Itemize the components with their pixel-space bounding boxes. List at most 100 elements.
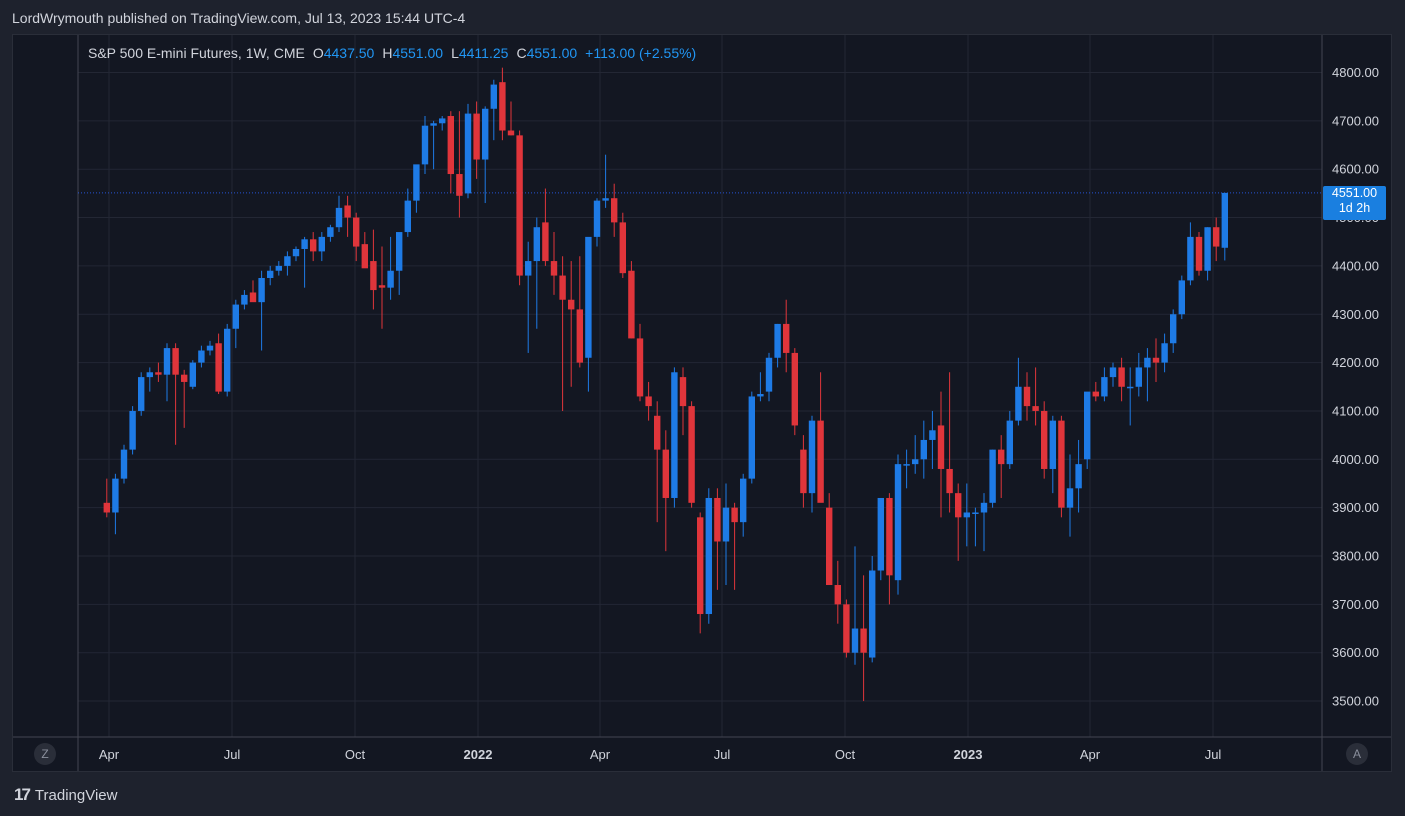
- x-tick-label: Apr: [99, 747, 120, 762]
- candle-up: [439, 118, 446, 124]
- candle-up: [1187, 236, 1194, 281]
- candle-down: [679, 377, 687, 407]
- candle-down: [714, 497, 721, 542]
- candle-down: [611, 198, 618, 223]
- candle-down: [645, 396, 652, 407]
- y-tick-label: 4600.00: [1332, 162, 1379, 177]
- y-tick-label: 4400.00: [1332, 258, 1379, 273]
- candle-down: [937, 425, 945, 469]
- candle-down: [344, 205, 351, 218]
- candle-down: [249, 292, 257, 303]
- candle-up: [396, 232, 403, 271]
- candle-down: [310, 239, 317, 252]
- candle-up: [1135, 367, 1142, 387]
- candle-down: [946, 468, 953, 494]
- y-tick-label: 4100.00: [1332, 403, 1379, 418]
- candle-up: [1066, 488, 1074, 508]
- candle-up: [1144, 357, 1151, 368]
- last-price-badge: 4551.00 1d 2h: [1323, 186, 1386, 220]
- candle-down: [636, 338, 644, 397]
- candle-up: [387, 270, 394, 288]
- candle-down: [516, 135, 523, 276]
- candle-up: [671, 372, 678, 498]
- auto-scale-button[interactable]: A: [1346, 743, 1368, 765]
- candle-up: [430, 123, 437, 126]
- candle-down: [559, 275, 566, 300]
- candle-down: [550, 261, 558, 276]
- candle-up: [1049, 420, 1056, 469]
- candle-up: [972, 512, 979, 514]
- x-tick-label: Oct: [835, 747, 856, 762]
- candle-up: [146, 372, 153, 378]
- candle-up: [490, 84, 497, 109]
- last-price-value: 4551.00: [1331, 186, 1378, 200]
- close-value: 4551.00: [526, 45, 578, 61]
- candle-down: [1092, 391, 1099, 397]
- open-value: 4437.50: [323, 45, 375, 61]
- high-label: H: [382, 45, 393, 61]
- x-tick-label: 2023: [954, 747, 983, 762]
- candle-up: [869, 570, 876, 658]
- tradingview-logo[interactable]: 17 TradingView: [14, 785, 117, 805]
- candle-up: [206, 345, 214, 351]
- candle-up: [903, 464, 910, 466]
- candle-down: [215, 343, 222, 392]
- candle-up: [920, 439, 927, 460]
- candle-down: [697, 517, 704, 615]
- candle-up: [705, 497, 712, 615]
- candle-down: [181, 374, 188, 382]
- candle-up: [963, 512, 970, 518]
- candle-up: [232, 304, 239, 329]
- candle-down: [860, 628, 867, 653]
- candle-up: [421, 125, 429, 165]
- candle-up: [275, 265, 282, 271]
- candle-down: [456, 174, 463, 196]
- candle-up: [482, 108, 489, 160]
- candle-down: [826, 507, 833, 586]
- candle-up: [1204, 227, 1211, 271]
- candle-up: [1109, 367, 1117, 378]
- candle-up: [1178, 280, 1185, 315]
- candle-up: [335, 207, 343, 228]
- candle-up: [722, 507, 730, 542]
- candle-down: [731, 507, 738, 523]
- y-tick-label: 3800.00: [1332, 549, 1379, 564]
- tradingview-logo-icon: 17: [14, 785, 31, 804]
- candle-down: [688, 406, 695, 503]
- candle-up: [224, 328, 231, 392]
- low-label: L: [451, 45, 459, 61]
- candle-down: [955, 493, 962, 518]
- candle-down: [370, 261, 377, 291]
- candle-down: [886, 497, 893, 576]
- candle-up: [808, 420, 816, 494]
- candle-up: [120, 449, 128, 479]
- change-value: +113.00 (+2.55%): [585, 45, 697, 61]
- candle-down: [662, 449, 669, 498]
- candle-down: [1152, 357, 1160, 363]
- candle-up: [292, 248, 300, 257]
- candle-up: [602, 198, 609, 201]
- y-tick-label: 3700.00: [1332, 597, 1379, 612]
- candle-up: [404, 200, 411, 233]
- candle-down: [619, 222, 626, 274]
- x-tick-label: Apr: [590, 747, 611, 762]
- zoom-reset-button[interactable]: Z: [34, 743, 56, 765]
- candle-up: [989, 449, 996, 503]
- candle-up: [464, 113, 472, 194]
- candle-up: [1127, 386, 1134, 389]
- candle-up: [774, 323, 781, 358]
- candle-up: [740, 478, 747, 523]
- candle-down: [1032, 406, 1039, 411]
- candle-up: [1161, 343, 1168, 363]
- candle-up: [894, 464, 902, 581]
- candle-down: [507, 130, 515, 136]
- candle-up: [327, 227, 334, 237]
- y-tick-label: 3500.00: [1332, 694, 1379, 709]
- candle-up: [1221, 192, 1228, 248]
- candle-up: [757, 394, 764, 397]
- candlestick-chart[interactable]: 3500.00 3600.00 3700.00 3800.00 3900.00 4000.…: [0, 0, 1405, 816]
- candle-up: [1015, 386, 1022, 421]
- bar-countdown: 1d 2h: [1338, 201, 1371, 215]
- candle-down: [628, 270, 635, 339]
- high-value: 4551.00: [392, 45, 444, 61]
